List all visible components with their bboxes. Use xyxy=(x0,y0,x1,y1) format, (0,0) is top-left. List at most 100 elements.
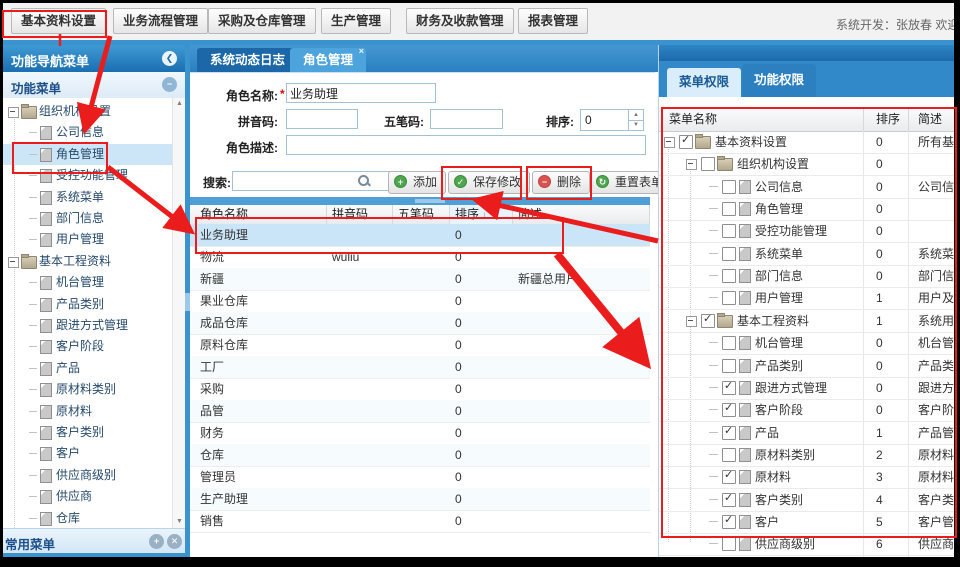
column-header[interactable]: 排序↓ xyxy=(450,205,513,224)
toolbar-button-3[interactable]: −删除 xyxy=(532,171,590,194)
sidebar-bottom-bar[interactable]: 常用菜单 + ✕ xyxy=(3,528,185,554)
checkbox-unchecked[interactable] xyxy=(722,269,736,283)
column-header[interactable]: 菜单名称 xyxy=(659,108,864,131)
sidebar-section-header[interactable]: 功能菜单 − xyxy=(3,72,185,99)
sidebar-tree-item[interactable]: 组织机构设置 xyxy=(3,101,172,122)
permission-tree-row[interactable]: 原材料3原材料 xyxy=(659,466,955,489)
role-table-row[interactable]: 生产助理0 xyxy=(190,488,650,511)
column-header[interactable]: 角色名称 xyxy=(190,205,327,224)
menu-item-6[interactable]: 报表管理 xyxy=(518,8,588,34)
expand-icon[interactable] xyxy=(664,137,675,148)
sort-spinner[interactable]: 0 ▲ ▼ xyxy=(580,109,644,131)
column-header[interactable]: 简述 xyxy=(909,108,955,131)
collapse-left-icon[interactable]: ❮ xyxy=(162,51,177,66)
role-table-row[interactable]: 采购0 xyxy=(190,378,650,401)
sidebar-tree-item[interactable]: 仓库 xyxy=(3,508,172,528)
sidebar-tree-item[interactable]: 系统菜单 xyxy=(3,187,172,208)
checkbox-checked[interactable] xyxy=(722,470,736,484)
permission-tree-row[interactable]: 产品1产品管 xyxy=(659,422,955,445)
sidebar-tree-item[interactable]: 基本工程资料 xyxy=(3,251,172,272)
permission-tree-row[interactable]: 部门信息0部门信 xyxy=(659,265,955,288)
permission-tree-row[interactable]: 机台管理0机台管 xyxy=(659,332,955,355)
checkbox-checked[interactable] xyxy=(679,135,693,149)
permission-tree-row[interactable]: 客户阶段0客户阶 xyxy=(659,399,955,422)
checkbox-unchecked[interactable] xyxy=(722,224,736,238)
menu-item-2[interactable]: 业务流程管理 xyxy=(113,8,208,34)
permission-tree-row[interactable]: 角色管理0 xyxy=(659,198,955,221)
menu-item-5[interactable]: 财务及收款管理 xyxy=(406,8,514,34)
role-table-row[interactable]: 销售0 xyxy=(190,510,650,533)
permission-tree-row[interactable]: 基本资料设置0所有基 xyxy=(659,131,955,154)
tab-function-permissions[interactable]: 功能权限 xyxy=(742,64,816,97)
splitter-handle[interactable] xyxy=(415,199,445,203)
role-table-row[interactable]: 业务助理0 xyxy=(190,224,650,247)
checkbox-unchecked[interactable] xyxy=(722,291,736,305)
permission-tree-row[interactable]: 用户管理1用户及 xyxy=(659,287,955,310)
role-table-row[interactable]: 新疆0新疆总用户 xyxy=(190,268,650,291)
role-desc-input[interactable] xyxy=(286,135,646,155)
role-table-row[interactable]: 成品仓库0 xyxy=(190,312,650,335)
sidebar-tree-item[interactable]: 客户 xyxy=(3,443,172,464)
sidebar-tree-item[interactable]: 跟进方式管理 xyxy=(3,315,172,336)
sidebar-tree-item[interactable]: 公司信息 xyxy=(3,122,172,143)
column-header[interactable]: 拼音码 xyxy=(327,205,393,224)
permission-tree-row[interactable]: 产品类别0产品类 xyxy=(659,355,955,378)
sidebar-tree-item[interactable]: 客户阶段 xyxy=(3,336,172,357)
sidebar-tree-item[interactable]: 受控功能管理 xyxy=(3,165,172,186)
expand-icon[interactable] xyxy=(8,257,19,268)
checkbox-unchecked[interactable] xyxy=(722,336,736,350)
checkbox-checked[interactable] xyxy=(722,381,736,395)
checkbox-unchecked[interactable] xyxy=(701,157,715,171)
role-table-row[interactable]: 仓库0 xyxy=(190,444,650,467)
column-header[interactable]: 五笔码 xyxy=(393,205,450,224)
sidebar-tree-item[interactable]: 产品类别 xyxy=(3,294,172,315)
plus-icon[interactable]: + xyxy=(149,534,164,549)
permission-tree-row[interactable]: 供应商级别6供应商 xyxy=(659,533,955,556)
close-icon[interactable]: ✕ xyxy=(167,534,182,549)
sidebar-tree-item[interactable]: 产品 xyxy=(3,358,172,379)
sidebar-tree-item[interactable]: 机台管理 xyxy=(3,272,172,293)
permission-tree-row[interactable]: 跟进方式管理0跟进方 xyxy=(659,377,955,400)
role-table-row[interactable]: 原料仓库0 xyxy=(190,334,650,357)
sidebar-tree-item[interactable]: 原材料类别 xyxy=(3,379,172,400)
expand-icon[interactable] xyxy=(8,107,19,118)
checkbox-unchecked[interactable] xyxy=(722,359,736,373)
sidebar-tree-item[interactable]: 部门信息 xyxy=(3,208,172,229)
expand-icon[interactable] xyxy=(686,316,697,327)
role-table-row[interactable]: 管理员0 xyxy=(190,466,650,489)
sidebar-scrollbar[interactable]: ▲ ▼ xyxy=(172,98,186,528)
permission-tree-row[interactable]: 原材料类别2原材料 xyxy=(659,444,955,467)
menu-item-3[interactable]: 采购及仓库管理 xyxy=(208,8,316,34)
horizontal-splitter[interactable] xyxy=(190,197,655,205)
permission-tree-row[interactable]: 客户类别4客户类 xyxy=(659,489,955,512)
tab-menu-permissions[interactable]: 菜单权限 xyxy=(667,68,741,97)
toolbar-button-1[interactable]: +添加 xyxy=(388,171,446,194)
sidebar-tree-item[interactable]: 原材料 xyxy=(3,401,172,422)
checkbox-checked[interactable] xyxy=(722,515,736,529)
checkbox-unchecked[interactable] xyxy=(722,537,736,551)
checkbox-unchecked[interactable] xyxy=(722,448,736,462)
role-name-input[interactable] xyxy=(286,83,436,103)
tab-system-log[interactable]: 系统动态日志 xyxy=(197,48,298,72)
menu-item-4[interactable]: 生产管理 xyxy=(321,8,391,34)
checkbox-checked[interactable] xyxy=(722,493,736,507)
spin-down-icon[interactable]: ▼ xyxy=(629,120,643,130)
permission-tree-row[interactable]: 组织机构设置0 xyxy=(659,153,955,176)
checkbox-unchecked[interactable] xyxy=(722,202,736,216)
role-table-row[interactable]: 物流wuliu0 xyxy=(190,246,650,269)
menu-item-1[interactable]: 基本资料设置 xyxy=(11,8,106,34)
permission-tree-row[interactable]: 受控功能管理0 xyxy=(659,220,955,243)
permission-tree-row[interactable]: 基本工程资料1系统用 xyxy=(659,310,955,333)
search-icon[interactable] xyxy=(358,175,369,186)
tab-close-icon[interactable]: × xyxy=(359,46,364,56)
role-table-row[interactable]: 财务0 xyxy=(190,422,650,445)
checkbox-checked[interactable] xyxy=(722,426,736,440)
permission-tree-row[interactable]: 公司信息0公司信 xyxy=(659,176,955,199)
sidebar-tree-item[interactable]: 供应商级别 xyxy=(3,465,172,486)
role-table-row[interactable]: 果业仓库0 xyxy=(190,290,650,313)
checkbox-unchecked[interactable] xyxy=(722,180,736,194)
role-table-row[interactable]: 品管0 xyxy=(190,400,650,423)
expand-icon[interactable] xyxy=(686,159,697,170)
column-header[interactable]: 排序 xyxy=(864,108,909,131)
role-table-row[interactable]: 工厂0 xyxy=(190,356,650,379)
